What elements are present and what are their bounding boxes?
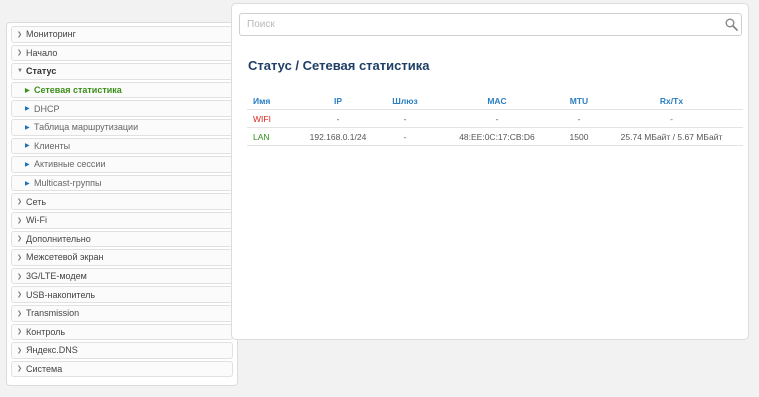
interface-ip: 192.168.0.1/24: [302, 127, 374, 146]
menu-system[interactable]: ❯ Система: [11, 360, 233, 378]
triangle-right-icon: ▶: [25, 106, 30, 113]
menu-label: Transmission: [26, 308, 80, 319]
menu-label: Wi-Fi: [26, 215, 47, 226]
search-icon[interactable]: [721, 15, 741, 35]
column-header-gateway[interactable]: Шлюз: [374, 92, 436, 110]
menu-control[interactable]: ❯ Контроль: [11, 323, 233, 341]
menu-yandex-dns[interactable]: ❯ Яндекс.DNS: [11, 342, 233, 359]
menu-label: Сеть: [26, 196, 47, 207]
submenu-dhcp[interactable]: ▶ DHCP: [11, 100, 233, 117]
menu-label: Начало: [26, 47, 58, 58]
menu-usb-storage[interactable]: ❯ USB-накопитель: [11, 286, 233, 303]
menu-label: Сетевая статистика: [34, 85, 122, 96]
column-header-mac[interactable]: MAC: [436, 92, 558, 110]
submenu-network-stats[interactable]: ▶ Сетевая статистика: [11, 81, 233, 99]
menu-firewall[interactable]: ❯ Межсетевой экран: [11, 249, 233, 266]
table-header-row: Имя IP Шлюз MAC MTU Rx/Tx: [247, 92, 743, 110]
chevron-right-circle-icon: ❯: [17, 236, 23, 243]
chevron-down-circle-icon: ▼: [17, 68, 23, 75]
chevron-right-circle-icon: ❯: [17, 199, 23, 206]
chevron-right-circle-icon: ❯: [17, 292, 23, 299]
menu-label: Мониторинг: [26, 29, 76, 40]
triangle-right-icon: ▶: [25, 87, 30, 94]
chevron-right-circle-icon: ❯: [17, 273, 23, 280]
triangle-right-icon: ▶: [25, 143, 30, 150]
submenu-routing-table[interactable]: ▶ Таблица маршрутизации: [11, 118, 233, 136]
column-header-ip[interactable]: IP: [302, 92, 374, 110]
interface-mac: -: [436, 109, 558, 128]
chevron-right-circle-icon: ❯: [17, 31, 23, 38]
submenu-multicast-groups[interactable]: ▶ Multicast-группы: [11, 174, 233, 192]
column-header-rxtx[interactable]: Rx/Tx: [600, 92, 743, 110]
chevron-right-circle-icon: ❯: [17, 347, 23, 354]
chevron-right-circle-icon: ❯: [17, 50, 23, 57]
submenu-active-sessions[interactable]: ▶ Активные сессии: [11, 156, 233, 173]
column-header-name[interactable]: Имя: [247, 92, 302, 110]
interface-name: WIFI: [247, 109, 302, 128]
menu-status[interactable]: ▼ Статус: [11, 63, 233, 80]
menu-label: Яндекс.DNS: [26, 345, 78, 356]
menu-label: Контроль: [26, 326, 66, 337]
interface-mtu: 1500: [558, 127, 600, 146]
interface-ip: -: [302, 109, 374, 128]
table-row[interactable]: WIFI - - - - -: [247, 109, 743, 128]
triangle-right-icon: ▶: [25, 124, 30, 131]
menu-label: Система: [26, 363, 63, 374]
main-panel: Статус / Сетевая статистика Имя IP Шлюз …: [231, 3, 749, 340]
menu-label: Клиенты: [34, 140, 71, 151]
interface-name: LAN: [247, 127, 302, 146]
search-input[interactable]: [240, 18, 721, 31]
chevron-right-circle-icon: ❯: [17, 254, 23, 261]
menu-label: 3G/LTE-модем: [26, 271, 87, 282]
menu-label: Multicast-группы: [34, 178, 102, 189]
triangle-right-icon: ▶: [25, 161, 30, 168]
menu-label: DHCP: [34, 103, 60, 114]
chevron-right-circle-icon: ❯: [17, 217, 23, 224]
column-header-mtu[interactable]: MTU: [558, 92, 600, 110]
menu-label: Межсетевой экран: [26, 252, 104, 263]
submenu-clients[interactable]: ▶ Клиенты: [11, 137, 233, 155]
menu-advanced[interactable]: ❯ Дополнительно: [11, 230, 233, 248]
menu-transmission[interactable]: ❯ Transmission: [11, 304, 233, 322]
menu-monitoring[interactable]: ❯ Мониторинг: [11, 26, 233, 43]
interface-gateway: -: [374, 127, 436, 146]
menu-home[interactable]: ❯ Начало: [11, 44, 233, 62]
interface-gateway: -: [374, 109, 436, 128]
triangle-right-icon: ▶: [25, 180, 30, 187]
chevron-right-circle-icon: ❯: [17, 329, 23, 336]
chevron-right-circle-icon: ❯: [17, 310, 23, 317]
network-stats-table: Имя IP Шлюз MAC MTU Rx/Tx WIFI - - - - -…: [247, 92, 743, 146]
chevron-right-circle-icon: ❯: [17, 366, 23, 373]
table-row[interactable]: LAN 192.168.0.1/24 - 48:EE:0C:17:CB:D6 1…: [247, 127, 743, 146]
menu-network[interactable]: ❯ Сеть: [11, 193, 233, 210]
interface-rxtx: -: [600, 109, 743, 128]
interface-mac: 48:EE:0C:17:CB:D6: [436, 127, 558, 146]
interface-rxtx: 25.74 МБайт / 5.67 МБайт: [600, 127, 743, 146]
menu-label: USB-накопитель: [26, 289, 96, 300]
menu-wifi[interactable]: ❯ Wi-Fi: [11, 211, 233, 229]
menu-label: Дополнительно: [26, 233, 91, 244]
menu-3g-lte-modem[interactable]: ❯ 3G/LTE-модем: [11, 267, 233, 285]
search-box: [239, 13, 742, 36]
menu-label: Таблица маршрутизации: [34, 122, 139, 133]
page-title: Статус / Сетевая статистика: [248, 58, 430, 73]
menu-label: Статус: [26, 66, 57, 77]
interface-mtu: -: [558, 109, 600, 128]
menu-label: Активные сессии: [34, 159, 106, 170]
sidebar-menu: ❯ Мониторинг ❯ Начало ▼ Статус ▶ Сетевая ста…: [6, 22, 238, 386]
